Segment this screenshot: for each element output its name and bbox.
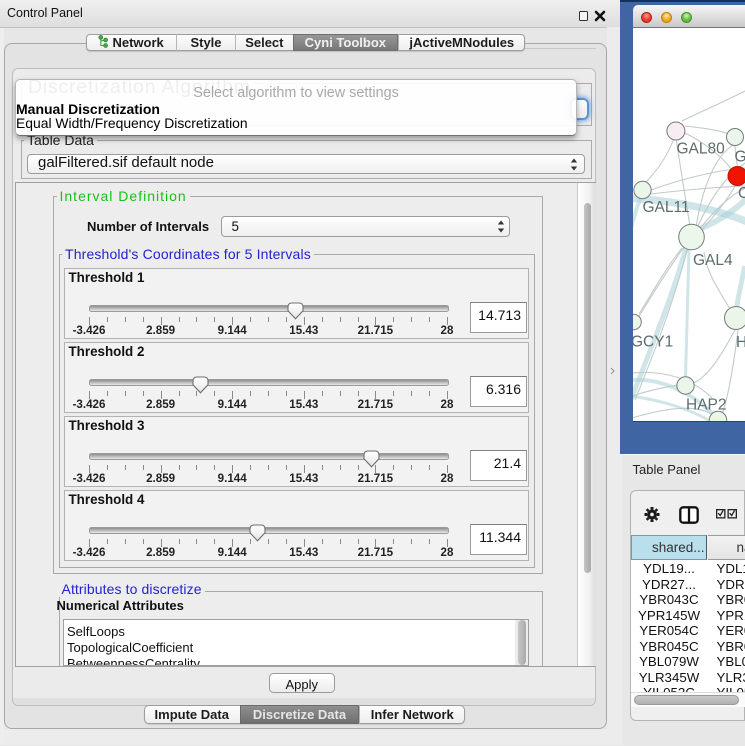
svg-text:GAL4: GAL4 bbox=[693, 252, 733, 269]
svg-text:C: C bbox=[738, 185, 745, 202]
svg-text:GCY1: GCY1 bbox=[633, 333, 673, 350]
svg-text:GAL11: GAL11 bbox=[642, 199, 689, 216]
svg-text:HIS4: HIS4 bbox=[736, 334, 745, 351]
svg-text:HAP2: HAP2 bbox=[686, 396, 727, 413]
svg-text:GAL80: GAL80 bbox=[676, 140, 725, 157]
svg-text:GAL: GAL bbox=[734, 148, 745, 165]
